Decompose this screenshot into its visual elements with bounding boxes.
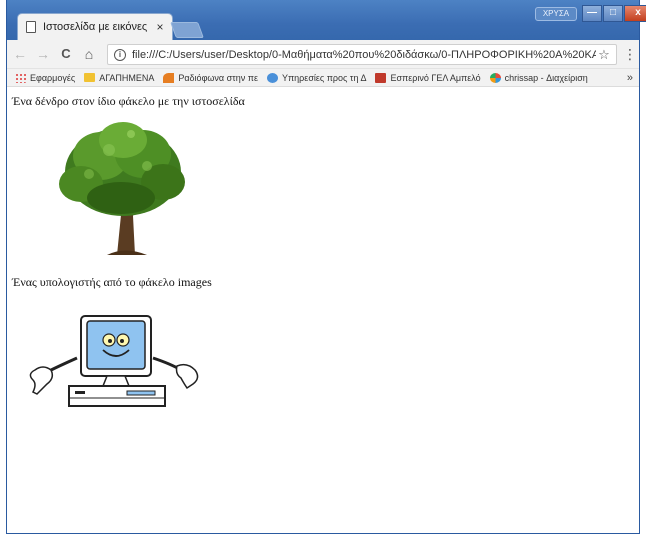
- bookmark-apps[interactable]: Εφαρμογές: [15, 72, 76, 83]
- bookmark-label: ΑΓΑΠΗΜΕΝΑ: [99, 72, 155, 83]
- more-bookmarks-button[interactable]: »: [627, 72, 633, 84]
- radio-icon: [163, 72, 175, 83]
- bookmark-star-icon[interactable]: ☆: [596, 47, 612, 63]
- tree-caption: Ένα δένδρο στον ίδιο φάκελο με την ιστοσ…: [12, 94, 245, 108]
- bookmark-favorites[interactable]: ΑΓΑΠΗΜΕΝΑ: [84, 73, 154, 83]
- home-button[interactable]: ⌂: [79, 44, 99, 64]
- bookmark-label: Εσπερινό ΓΕΛ Αμπελό: [390, 72, 481, 83]
- navigation-toolbar: ← → C ⌂ i file:///C:/Users/user/Desktop/…: [7, 40, 639, 69]
- apps-grid-icon: [15, 72, 26, 83]
- close-button[interactable]: x: [624, 5, 646, 22]
- page-content: Ένα δένδρο στον ίδιο φάκελο με την ιστοσ…: [7, 88, 639, 534]
- window-controls: — □ x: [581, 5, 646, 22]
- info-icon[interactable]: i: [114, 48, 126, 61]
- school-icon: [375, 72, 387, 83]
- reload-button[interactable]: C: [56, 44, 76, 64]
- bookmark-label: Εφαρμογές: [30, 72, 76, 83]
- profile-badge[interactable]: ΧΡΥΣΑ: [535, 7, 577, 21]
- maximize-button[interactable]: □: [603, 5, 623, 22]
- tab-close-button[interactable]: ×: [152, 20, 168, 34]
- browser-menu-icon[interactable]: ⋮: [623, 46, 637, 63]
- bookmark-radio[interactable]: Ραδιόφωνα στην πε: [163, 72, 258, 83]
- page-icon: [26, 21, 36, 33]
- active-tab[interactable]: Ιστοσελίδα με εικόνες ×: [17, 13, 173, 40]
- bookmark-label: chrissap - Διαχείριση: [504, 72, 588, 83]
- tree-image: [59, 122, 185, 255]
- bookmark-services[interactable]: Υπηρεσίες προς τη Δ: [266, 72, 367, 83]
- browser-window: Ιστοσελίδα με εικόνες × ΧΡΥΣΑ — □ x ← → …: [6, 0, 646, 534]
- forward-button[interactable]: →: [33, 44, 53, 64]
- bookmark-joomla[interactable]: chrissap - Διαχείριση: [489, 72, 588, 83]
- title-bar: Ιστοσελίδα με εικόνες × ΧΡΥΣΑ — □ x: [7, 0, 646, 40]
- bookmarks-bar: Εφαρμογές ΑΓΑΠΗΜΕΝΑ Ραδιόφωνα στην πε Υπ…: [7, 69, 639, 87]
- services-icon: [266, 72, 278, 83]
- computer-caption: Ένας υπολογιστής από το φάκελο images: [12, 275, 212, 289]
- minimize-button[interactable]: —: [582, 5, 602, 22]
- new-tab-button[interactable]: [170, 22, 204, 38]
- joomla-icon: [489, 72, 501, 83]
- bookmark-label: Ραδιόφωνα στην πε: [178, 72, 258, 83]
- folder-icon: [84, 73, 96, 82]
- tab-title: Ιστοσελίδα με εικόνες: [43, 21, 148, 33]
- address-bar[interactable]: i file:///C:/Users/user/Desktop/0-Μαθήμα…: [107, 44, 617, 65]
- url-text[interactable]: file:///C:/Users/user/Desktop/0-Μαθήματα…: [132, 49, 596, 61]
- back-button[interactable]: ←: [10, 44, 30, 64]
- bookmark-label: Υπηρεσίες προς τη Δ: [281, 72, 367, 83]
- computer-image: [29, 315, 199, 407]
- bookmark-school[interactable]: Εσπερινό ΓΕΛ Αμπελό: [375, 72, 481, 83]
